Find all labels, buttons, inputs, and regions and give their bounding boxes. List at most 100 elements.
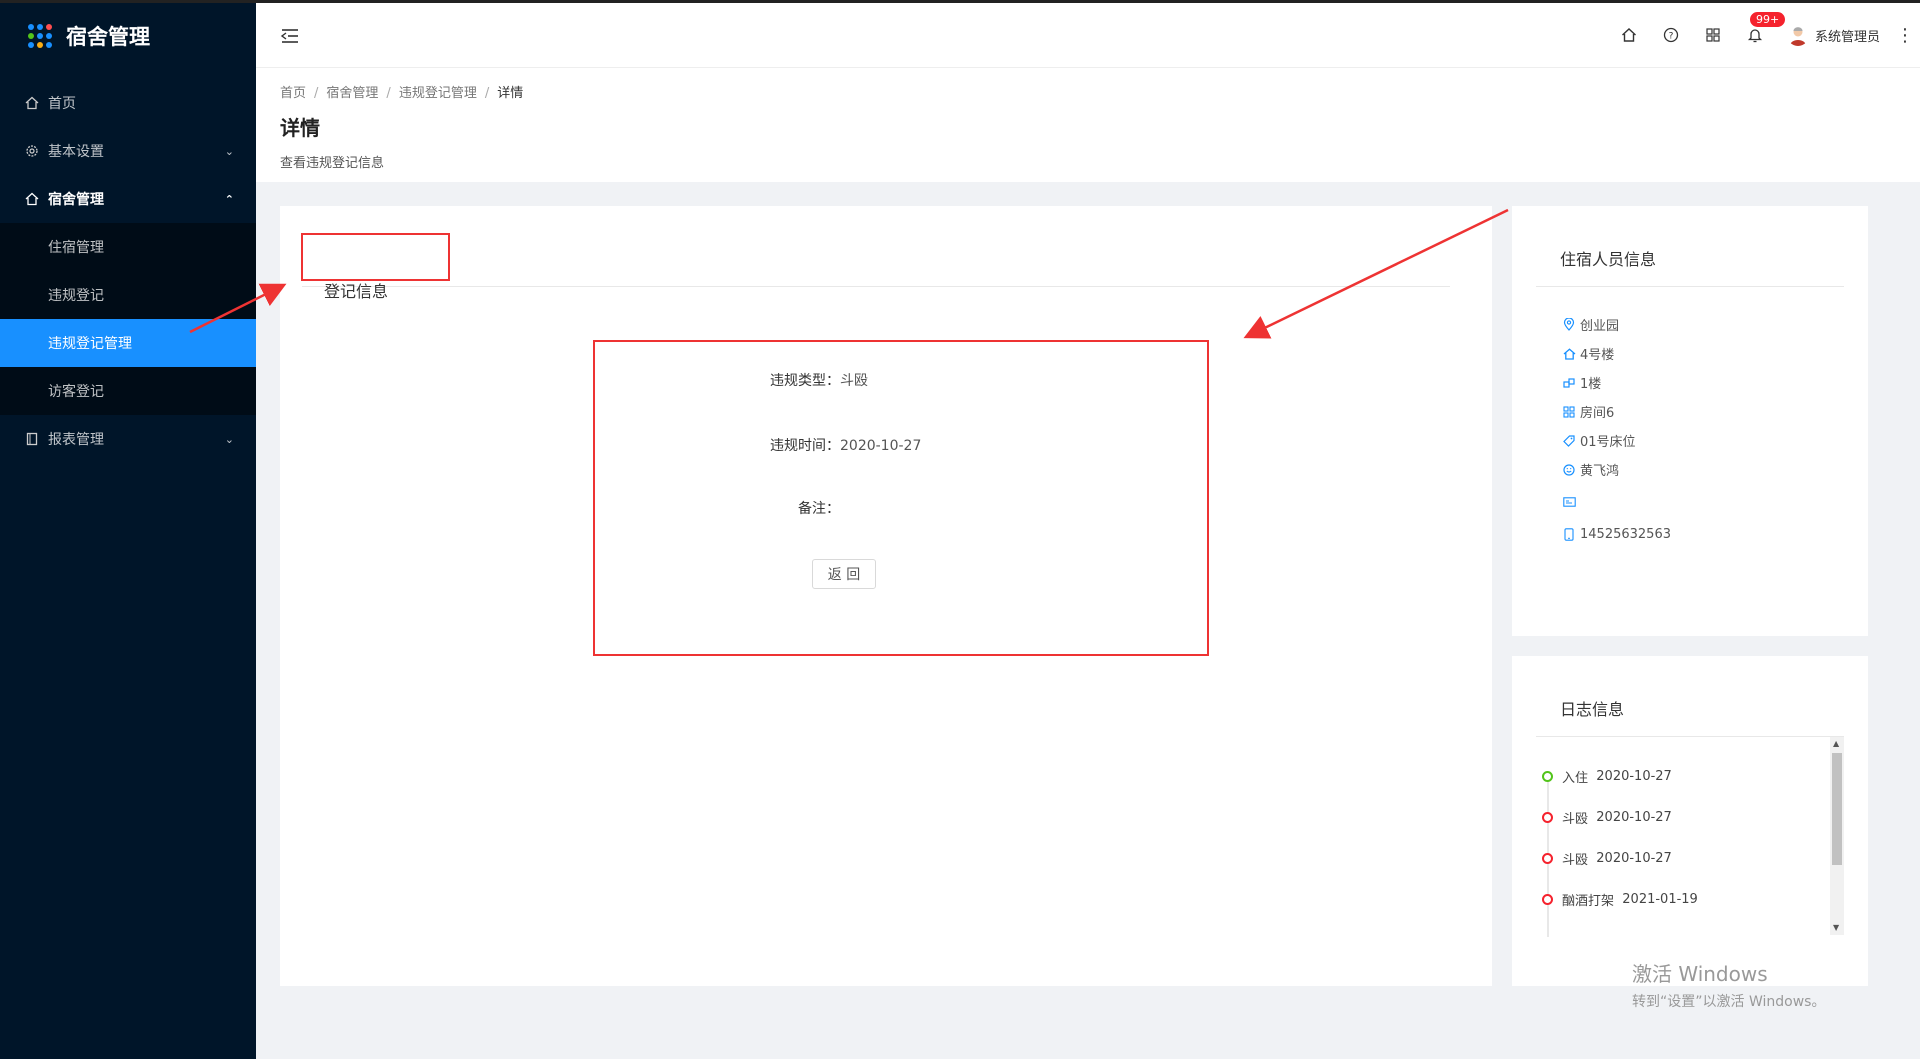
tag-icon — [1562, 434, 1576, 448]
sidebar-menu: 首页 基本设置 ⌄ 宿舍管理 ⌃ 住宿管理 违规登记 违规登记管理 访客登记 报… — [0, 79, 256, 463]
home-icon[interactable] — [1619, 25, 1639, 45]
page-header: 首页 / 宿舍管理 / 违规登记管理 / 详情 详情 查看违规登记信息 — [256, 68, 1920, 182]
info-floor: 1楼 — [1562, 368, 1671, 397]
apps-grid-icon[interactable] — [1703, 25, 1723, 45]
card-title: 日志信息 — [1560, 700, 1625, 719]
svg-text:?: ? — [1669, 32, 1674, 42]
chevron-down-icon: ⌄ — [224, 144, 234, 158]
logo-dot — [28, 24, 34, 30]
breadcrumb-separator: / — [386, 86, 391, 101]
sidebar-item-basic-settings[interactable]: 基本设置 ⌄ — [0, 127, 256, 175]
smile-icon — [1562, 463, 1576, 477]
sidebar-item-dorm-management[interactable]: 宿舍管理 ⌃ — [0, 175, 256, 223]
info-text: 黄飞鸿 — [1580, 464, 1620, 479]
sidebar-subitem-violation-register[interactable]: 违规登记 — [0, 271, 256, 319]
log-text: 酗酒打架 — [1562, 894, 1615, 909]
card-title: 住宿人员信息 — [1560, 250, 1657, 269]
phone-icon — [1562, 528, 1576, 542]
page-description: 查看违规登记信息 — [280, 156, 385, 171]
log-info-card: 日志信息 入住 2020-10-27 斗殴 2020-10-27 斗殴 2020… — [1512, 656, 1868, 986]
page-title: 详情 — [280, 116, 320, 140]
user-name[interactable]: 系统管理员 — [1815, 26, 1880, 45]
annotation-box — [593, 340, 1209, 656]
resident-info-card: 住宿人员信息 创业园 4号楼 1楼 房间6 01号床位 黄飞鸿 14525632… — [1512, 206, 1868, 636]
sidebar-item-label: 首页 — [48, 96, 76, 112]
breadcrumb-separator: / — [484, 86, 490, 101]
log-text: 斗殴 — [1562, 853, 1589, 868]
submenu-dorm: 住宿管理 违规登记 违规登记管理 访客登记 — [0, 223, 256, 415]
info-building: 4号楼 — [1562, 339, 1671, 368]
top-header: ? 99+ 系统管理员 ⋮ — [256, 3, 1920, 68]
chevron-up-icon: ⌃ — [224, 192, 234, 206]
info-text: 4号楼 — [1580, 348, 1615, 363]
info-phone: 14525632563 — [1562, 520, 1671, 549]
logo-dot — [46, 42, 52, 48]
avatar[interactable] — [1786, 24, 1809, 46]
sidebar-item-label: 基本设置 — [48, 144, 104, 160]
log-timeline[interactable]: 入住 2020-10-27 斗殴 2020-10-27 斗殴 2020-10-2… — [1536, 736, 1844, 937]
sidebar-subitem-accommodation[interactable]: 住宿管理 — [0, 223, 256, 271]
more-vertical-icon[interactable]: ⋮ — [1896, 25, 1914, 46]
logo-dot — [46, 24, 52, 30]
notification-badge: 99+ — [1748, 11, 1787, 28]
logo-dot — [46, 33, 52, 39]
location-icon — [1562, 318, 1576, 332]
sidebar-subitem-visitor-register[interactable]: 访客登记 — [0, 367, 256, 415]
id-card-icon — [1562, 495, 1576, 509]
header-actions: ? 99+ 系统管理员 ⋮ — [1619, 3, 1920, 67]
resident-info-list: 创业园 4号楼 1楼 房间6 01号床位 黄飞鸿 14525632563 — [1562, 310, 1671, 549]
info-text: 房间6 — [1580, 406, 1615, 421]
sidebar-item-home[interactable]: 首页 — [0, 79, 256, 127]
info-text: 创业园 — [1580, 319, 1620, 334]
logo-dot — [37, 33, 43, 39]
grid-icon — [1562, 405, 1576, 419]
log-text: 入住 — [1562, 771, 1589, 786]
log-item: 斗殴 2020-10-27 — [1542, 849, 1672, 868]
watermark-line2: 转到“设置”以激活 Windows。 — [1632, 994, 1826, 1010]
breadcrumb-violation[interactable]: 违规登记管理 — [399, 86, 477, 101]
log-item: 酗酒打架 2021-01-19 — [1542, 890, 1698, 909]
log-date: 2021-01-19 — [1622, 892, 1698, 907]
breadcrumb-current: 详情 — [497, 86, 524, 101]
bell-icon[interactable]: 99+ — [1745, 11, 1787, 45]
timeline-dot — [1542, 771, 1553, 782]
card-title: 登记信息 — [324, 282, 389, 301]
info-text: 01号床位 — [1580, 435, 1636, 450]
home-icon — [24, 95, 40, 111]
info-text: 1楼 — [1580, 377, 1602, 392]
log-date: 2020-10-27 — [1596, 810, 1672, 825]
sidebar-subitem-violation-management[interactable]: 违规登记管理 — [0, 319, 256, 367]
divider — [1536, 286, 1844, 287]
logo-dot — [37, 24, 43, 30]
logo-grid-icon — [28, 24, 52, 48]
windows-activation-watermark: 激活 Windows 转到“设置”以激活 Windows。 — [1632, 958, 1825, 1011]
file-icon — [24, 431, 40, 447]
log-date: 2020-10-27 — [1596, 769, 1672, 784]
home-icon — [1562, 347, 1576, 361]
info-id-card — [1562, 484, 1671, 520]
help-icon[interactable]: ? — [1661, 25, 1681, 45]
timeline-dot — [1542, 853, 1553, 864]
scroll-down-icon[interactable]: ▼ — [1833, 923, 1839, 932]
logo-dot — [28, 42, 34, 48]
info-text: 14525632563 — [1580, 527, 1671, 542]
sidebar-item-reports[interactable]: 报表管理 ⌄ — [0, 415, 256, 463]
home-icon — [24, 191, 40, 207]
scrollbar-thumb[interactable] — [1832, 753, 1842, 865]
logo[interactable]: 宿舍管理 — [0, 3, 256, 69]
menu-fold-icon[interactable] — [280, 27, 300, 45]
breadcrumb-separator: / — [314, 86, 319, 101]
breadcrumb-dorm[interactable]: 宿舍管理 — [326, 86, 378, 101]
watermark-line1: 激活 Windows — [1632, 962, 1768, 986]
scroll-up-icon[interactable]: ▲ — [1833, 739, 1839, 748]
chevron-down-icon: ⌄ — [224, 432, 234, 446]
breadcrumb: 首页 / 宿舍管理 / 违规登记管理 / 详情 — [280, 82, 523, 101]
breadcrumb-home[interactable]: 首页 — [280, 86, 306, 101]
app-title: 宿舍管理 — [66, 25, 150, 49]
timeline-dot — [1542, 894, 1553, 905]
info-campus: 创业园 — [1562, 310, 1671, 339]
info-room: 房间6 — [1562, 397, 1671, 426]
log-scrollbar[interactable]: ▲ ▼ — [1830, 737, 1844, 935]
log-item: 入住 2020-10-27 — [1542, 767, 1672, 786]
sidebar-item-label: 宿舍管理 — [48, 192, 104, 208]
